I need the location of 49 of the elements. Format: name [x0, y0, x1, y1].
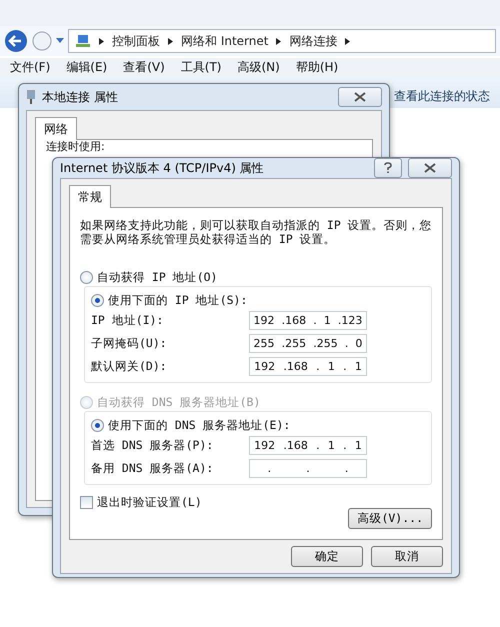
dropdown-icon[interactable]: [56, 38, 64, 44]
tab[interactable]: 常规: [69, 185, 111, 208]
close-icon: [354, 92, 366, 102]
ip-address-field[interactable]: 192 .168 . 1 . 1: [249, 436, 367, 455]
address-bar[interactable]: 控制面板 网络和 Internet 网络连接: [68, 29, 496, 53]
advanced-button[interactable]: 高级(V)...: [348, 508, 432, 529]
field-label: IP 地址(I):: [91, 313, 164, 328]
dialog-button[interactable]: 取消: [371, 546, 443, 567]
menu-item[interactable]: 编辑(E): [66, 60, 108, 74]
breadcrumb[interactable]: 网络连接: [289, 32, 338, 50]
checkbox-label[interactable]: 退出时验证设置(L): [97, 495, 202, 510]
field-label: 子网掩码(U):: [91, 336, 167, 351]
field-label: 首选 DNS 服务器(P):: [91, 438, 214, 453]
menu-item[interactable]: 查看(V): [123, 60, 165, 74]
dialog-button[interactable]: 确定: [291, 546, 363, 567]
section-label: 连接时使用:: [46, 141, 106, 153]
checkbox[interactable]: [80, 496, 93, 509]
menu-item[interactable]: 文件(F): [10, 60, 50, 74]
field-label: 备用 DNS 服务器(A):: [91, 461, 214, 476]
field-label: 默认网关(D):: [91, 359, 167, 374]
menu-item[interactable]: 高级(N): [238, 60, 280, 74]
chevron-icon: [99, 38, 104, 44]
chevron-icon: [168, 38, 173, 44]
radio-option[interactable]: 自动获得 IP 地址(O): [80, 268, 432, 286]
close-button[interactable]: [338, 87, 382, 107]
back-button[interactable]: [4, 29, 28, 53]
menu-item[interactable]: 工具(T): [180, 60, 222, 74]
breadcrumb[interactable]: 网络和 Internet: [181, 32, 268, 50]
close-icon: [424, 163, 436, 173]
ip-address-field[interactable]: 192 .168 . 1 .123: [249, 311, 367, 330]
ip-address-field[interactable]: . . .: [249, 459, 367, 478]
network-adapter-icon: [26, 89, 36, 105]
close-button[interactable]: [408, 158, 452, 178]
tab[interactable]: 网络: [35, 117, 77, 140]
help-icon: [384, 162, 392, 174]
ip-address-field[interactable]: 192 .168 . 1 . 1: [249, 357, 367, 376]
chevron-icon: [276, 38, 282, 44]
network-icon: [75, 33, 91, 49]
ip-address-field[interactable]: 255 .255 .255 . 0: [249, 334, 367, 353]
menu-item[interactable]: 帮助(H): [296, 60, 338, 74]
window-title: Internet 协议版本 4 (TCP/IPv4) 属性: [60, 160, 265, 176]
window-title: 本地连接 属性: [42, 88, 119, 106]
toolbar-button[interactable]: 查看此连接的状态: [394, 88, 490, 102]
radio-option[interactable]: 使用下面的 DNS 服务器地址(E):: [91, 416, 425, 434]
description-text: 如果网络支持此功能，则可以获取自动指派的 IP 设置。否则，您需要从网络系统管理员处获得适当的 IP 设置。: [80, 218, 432, 246]
breadcrumb[interactable]: 控制面板: [112, 32, 160, 50]
radio-option[interactable]: 使用下面的 IP 地址(S):: [91, 291, 425, 309]
help-button[interactable]: [374, 158, 402, 178]
chevron-icon[interactable]: [345, 38, 350, 44]
